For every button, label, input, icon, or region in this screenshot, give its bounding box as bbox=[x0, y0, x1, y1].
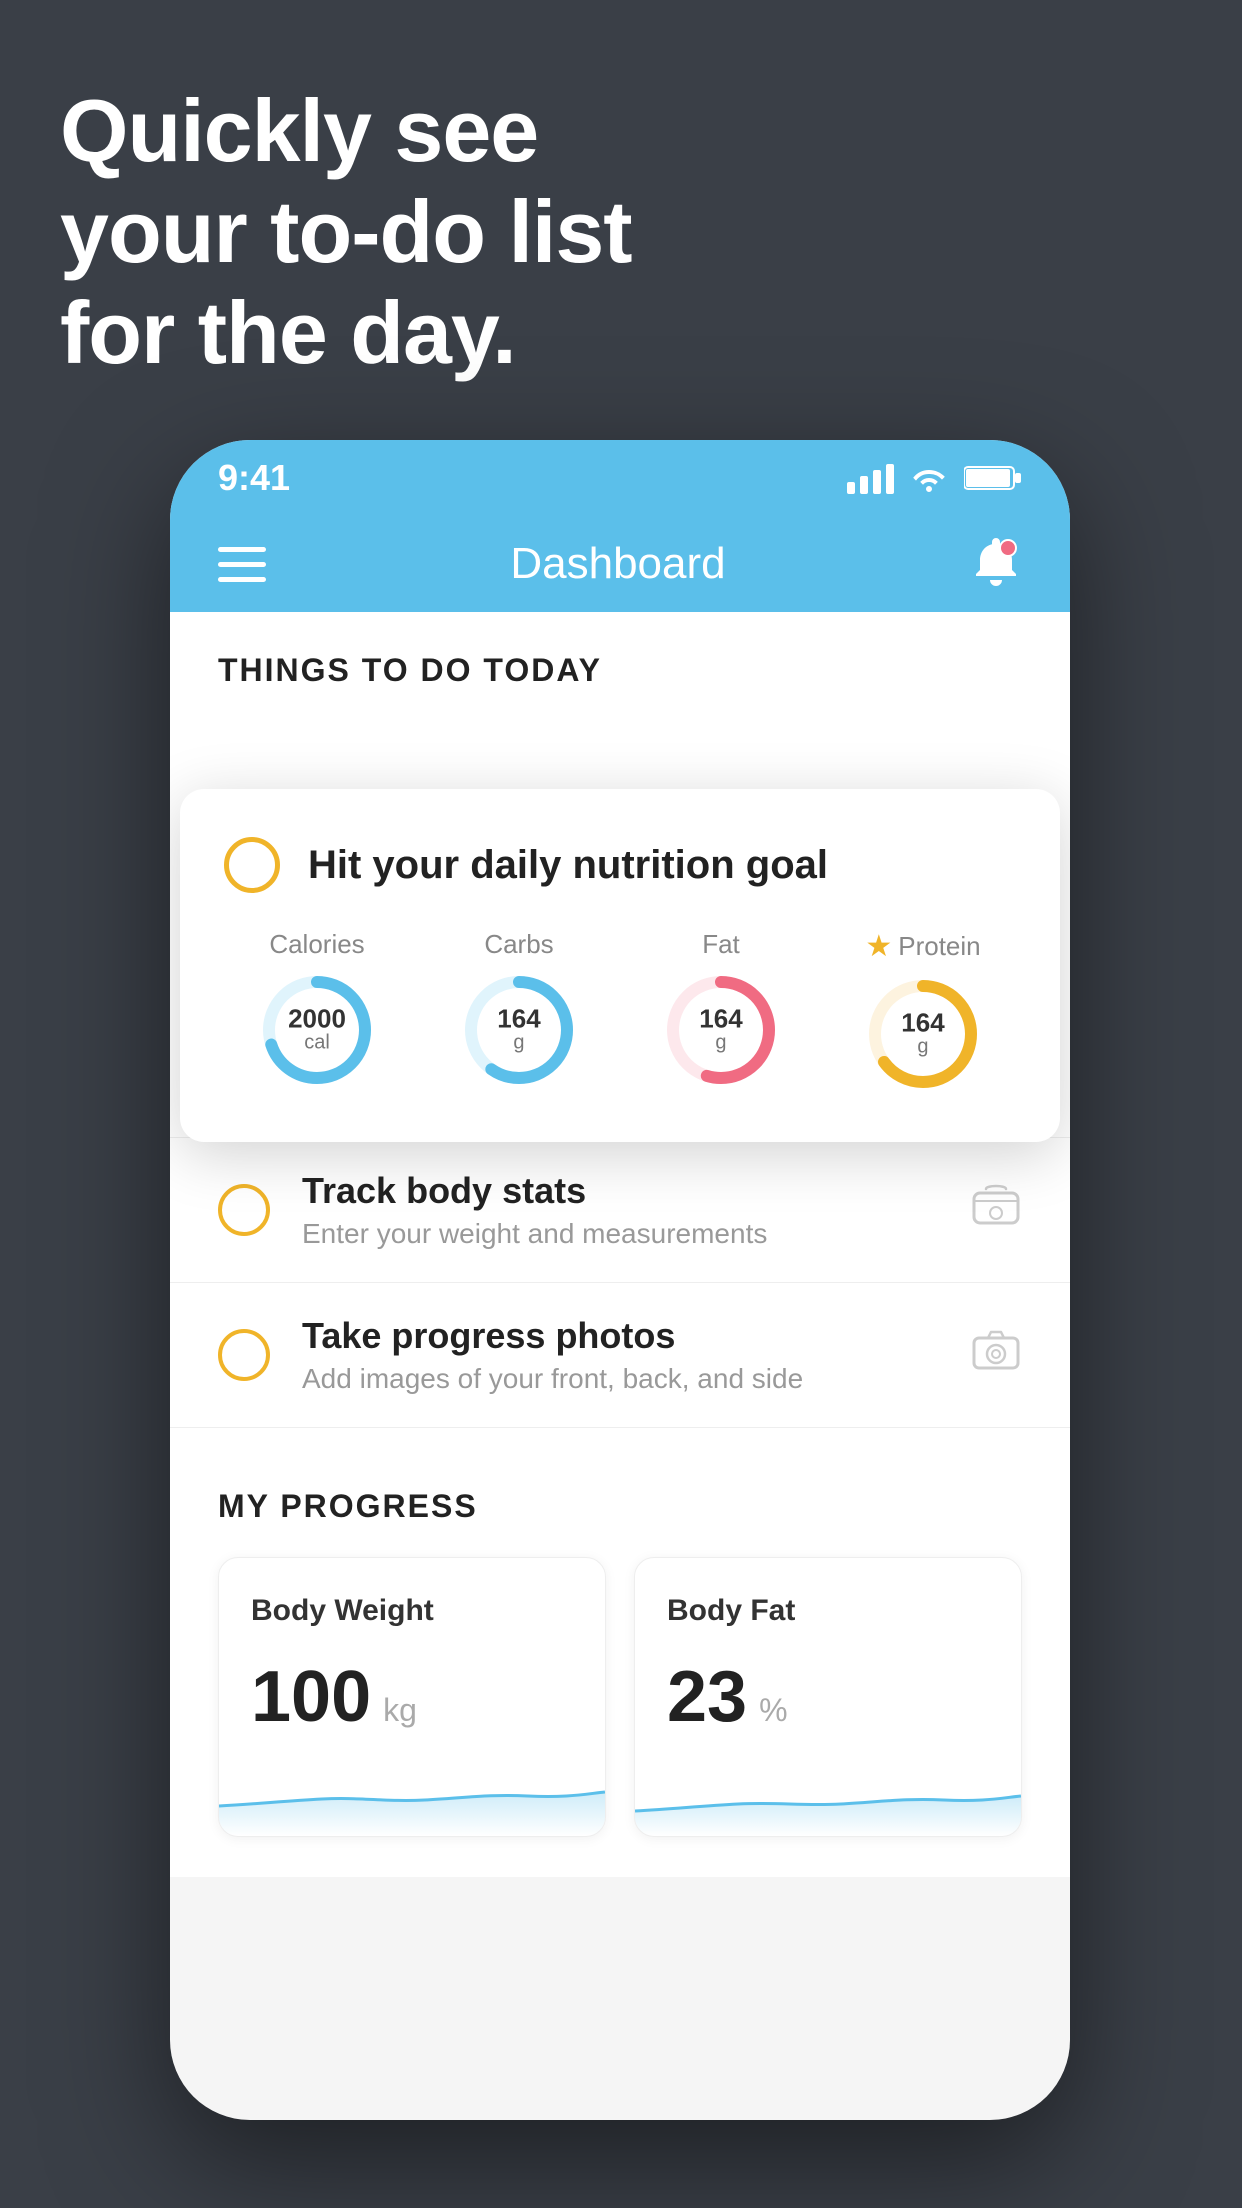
body-weight-card[interactable]: Body Weight 100 kg bbox=[218, 1557, 606, 1837]
nutrition-row: Calories 2000 cal bbox=[224, 929, 1016, 1094]
body-fat-value-row: 23 % bbox=[667, 1656, 989, 1738]
app-content: THINGS TO DO TODAY Hit your daily nutrit… bbox=[170, 612, 1070, 1877]
app-headline: Quickly see your to-do list for the day. bbox=[60, 80, 632, 384]
body-fat-unit: % bbox=[759, 1692, 787, 1729]
calories-unit: cal bbox=[288, 1032, 346, 1055]
body-weight-chart bbox=[219, 1766, 605, 1836]
hamburger-menu[interactable] bbox=[218, 547, 266, 582]
fat-value: 164 bbox=[699, 1006, 742, 1032]
protein-donut: 164 g bbox=[863, 974, 983, 1094]
body-stats-name: Track body stats bbox=[302, 1170, 938, 1212]
body-fat-label: Body Fat bbox=[667, 1594, 989, 1628]
photos-check-circle[interactable] bbox=[218, 1329, 270, 1381]
body-weight-unit: kg bbox=[383, 1692, 417, 1729]
status-icons bbox=[847, 462, 1022, 494]
headline-line1: Quickly see bbox=[60, 81, 538, 180]
navbar: Dashboard bbox=[170, 516, 1070, 612]
body-stats-desc: Enter your weight and measurements bbox=[302, 1218, 938, 1250]
nutrition-card: Hit your daily nutrition goal Calories 2 bbox=[180, 789, 1060, 1142]
task-body-stats[interactable]: Track body stats Enter your weight and m… bbox=[170, 1138, 1070, 1283]
carbs-donut: 164 g bbox=[459, 970, 579, 1090]
body-fat-number: 23 bbox=[667, 1656, 747, 1738]
carbs-value: 164 bbox=[497, 1006, 540, 1032]
scale-icon bbox=[970, 1181, 1022, 1240]
carbs-label: Carbs bbox=[484, 929, 553, 960]
progress-title: MY PROGRESS bbox=[218, 1488, 1022, 1525]
wifi-icon bbox=[910, 464, 948, 492]
headline-line3: for the day. bbox=[60, 283, 516, 382]
body-weight-label: Body Weight bbox=[251, 1594, 573, 1628]
body-weight-value-row: 100 kg bbox=[251, 1656, 573, 1738]
progress-cards: Body Weight 100 kg bbox=[218, 1557, 1022, 1837]
carbs-unit: g bbox=[497, 1032, 540, 1055]
calories-label: Calories bbox=[269, 929, 364, 960]
fat-label: Fat bbox=[702, 929, 740, 960]
task-progress-photos[interactable]: Take progress photos Add images of your … bbox=[170, 1283, 1070, 1428]
photos-info: Take progress photos Add images of your … bbox=[302, 1315, 938, 1395]
star-icon: ★ bbox=[865, 929, 892, 964]
body-weight-number: 100 bbox=[251, 1656, 371, 1738]
nutrition-calories: Calories 2000 cal bbox=[257, 929, 377, 1094]
headline-line2: your to-do list bbox=[60, 182, 632, 281]
nutrition-carbs: Carbs 164 g bbox=[459, 929, 579, 1094]
body-stats-check-circle[interactable] bbox=[218, 1184, 270, 1236]
nutrition-protein: ★Protein 164 g bbox=[863, 929, 983, 1094]
protein-value: 164 bbox=[901, 1010, 944, 1036]
protein-label: ★Protein bbox=[865, 929, 980, 964]
fat-unit: g bbox=[699, 1032, 742, 1055]
photos-name: Take progress photos bbox=[302, 1315, 938, 1357]
calories-value: 2000 bbox=[288, 1006, 346, 1032]
nutrition-card-title-row: Hit your daily nutrition goal bbox=[224, 837, 1016, 893]
nutrition-check-circle[interactable] bbox=[224, 837, 280, 893]
calories-donut: 2000 cal bbox=[257, 970, 377, 1090]
navbar-title: Dashboard bbox=[510, 539, 725, 589]
protein-unit: g bbox=[901, 1036, 944, 1059]
things-to-do-header: THINGS TO DO TODAY bbox=[170, 612, 1070, 713]
nutrition-fat: Fat 164 g bbox=[661, 929, 781, 1094]
fat-donut: 164 g bbox=[661, 970, 781, 1090]
progress-section: MY PROGRESS Body Weight 100 kg bbox=[170, 1428, 1070, 1877]
battery-icon bbox=[964, 463, 1022, 493]
phone-mockup: 9:41 Dashboard bbox=[170, 440, 1070, 2120]
body-stats-info: Track body stats Enter your weight and m… bbox=[302, 1170, 938, 1250]
notification-bell[interactable] bbox=[970, 534, 1022, 595]
body-fat-card[interactable]: Body Fat 23 % bbox=[634, 1557, 1022, 1837]
photo-icon bbox=[970, 1326, 1022, 1385]
body-fat-chart bbox=[635, 1766, 1021, 1836]
status-bar: 9:41 bbox=[170, 440, 1070, 516]
photos-desc: Add images of your front, back, and side bbox=[302, 1363, 938, 1395]
nutrition-card-title: Hit your daily nutrition goal bbox=[308, 843, 828, 888]
time-display: 9:41 bbox=[218, 457, 290, 499]
signal-icon bbox=[847, 462, 894, 494]
